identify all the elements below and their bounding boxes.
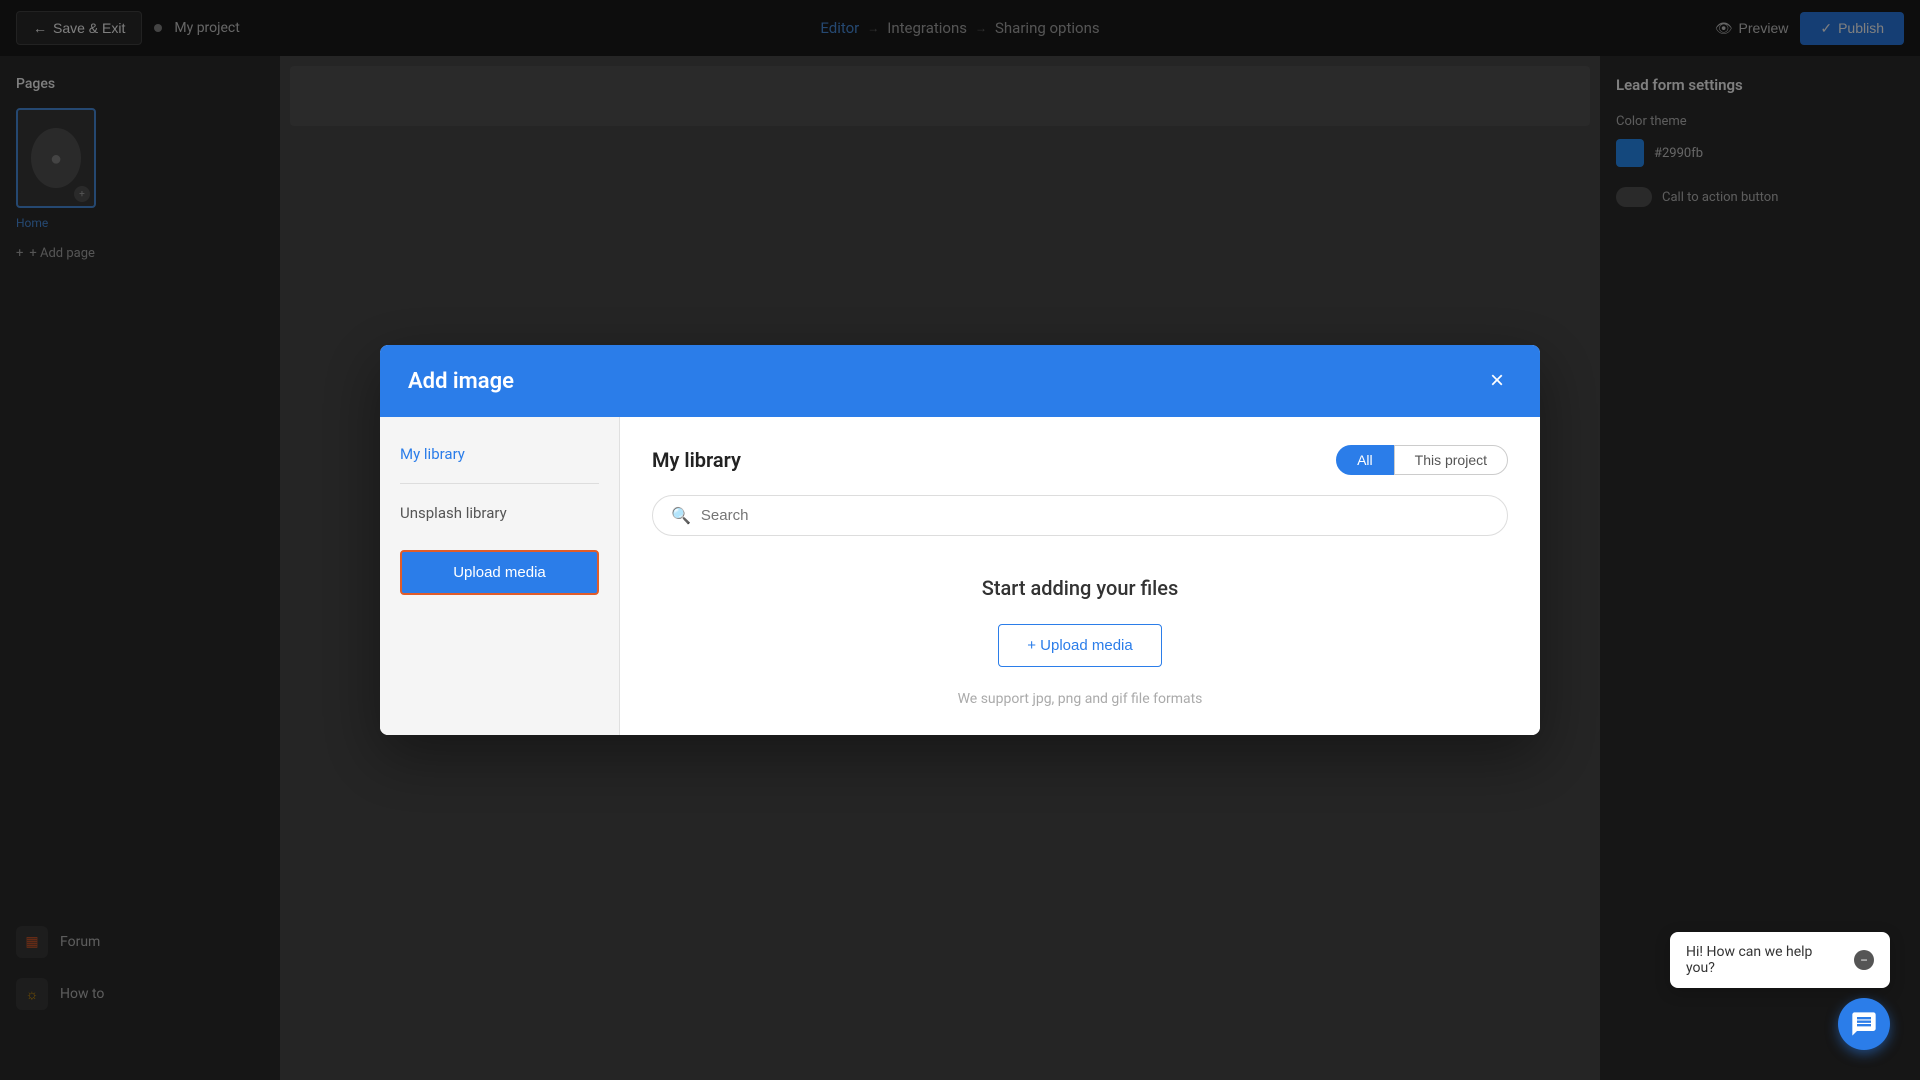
chat-message-bubble: Hi! How can we help you? − [1670,932,1890,988]
filter-buttons: All This project [1336,445,1508,475]
chat-avatar-button[interactable] [1838,998,1890,1050]
empty-state: Start adding your files + Upload media W… [652,576,1508,707]
modal-close-button[interactable]: × [1482,365,1512,397]
modal-sidebar: My library Unsplash library Upload media [380,417,620,735]
filter-this-project-button[interactable]: This project [1394,445,1508,475]
search-bar: 🔍 [652,495,1508,536]
search-input[interactable] [701,507,1489,524]
chat-avatar-icon [1850,1010,1878,1038]
modal-title: Add image [408,369,514,394]
filter-all-button[interactable]: All [1336,445,1394,475]
nav-divider [400,483,599,484]
modal-header: Add image × [380,345,1540,417]
chat-message-text: Hi! How can we help you? [1686,944,1844,976]
my-library-nav-item[interactable]: My library [400,441,599,467]
upload-media-main-button[interactable]: + Upload media [998,624,1161,667]
library-title: My library [652,448,741,472]
chat-dismiss-button[interactable]: − [1854,950,1874,970]
sidebar-upload-media-button[interactable]: Upload media [400,550,599,595]
add-image-modal: Add image × My library Unsplash library … [380,345,1540,735]
chat-bubble-widget: Hi! How can we help you? − [1670,932,1890,1050]
search-icon: 🔍 [671,506,691,525]
modal-body: My library Unsplash library Upload media… [380,417,1540,735]
empty-state-title: Start adding your files [982,576,1179,600]
modal-content: My library All This project 🔍 Start addi… [620,417,1540,735]
modal-overlay: Add image × My library Unsplash library … [0,0,1920,1080]
unsplash-library-nav-item[interactable]: Unsplash library [400,500,599,526]
support-formats-text: We support jpg, png and gif file formats [958,691,1203,707]
library-header: My library All This project [652,445,1508,475]
